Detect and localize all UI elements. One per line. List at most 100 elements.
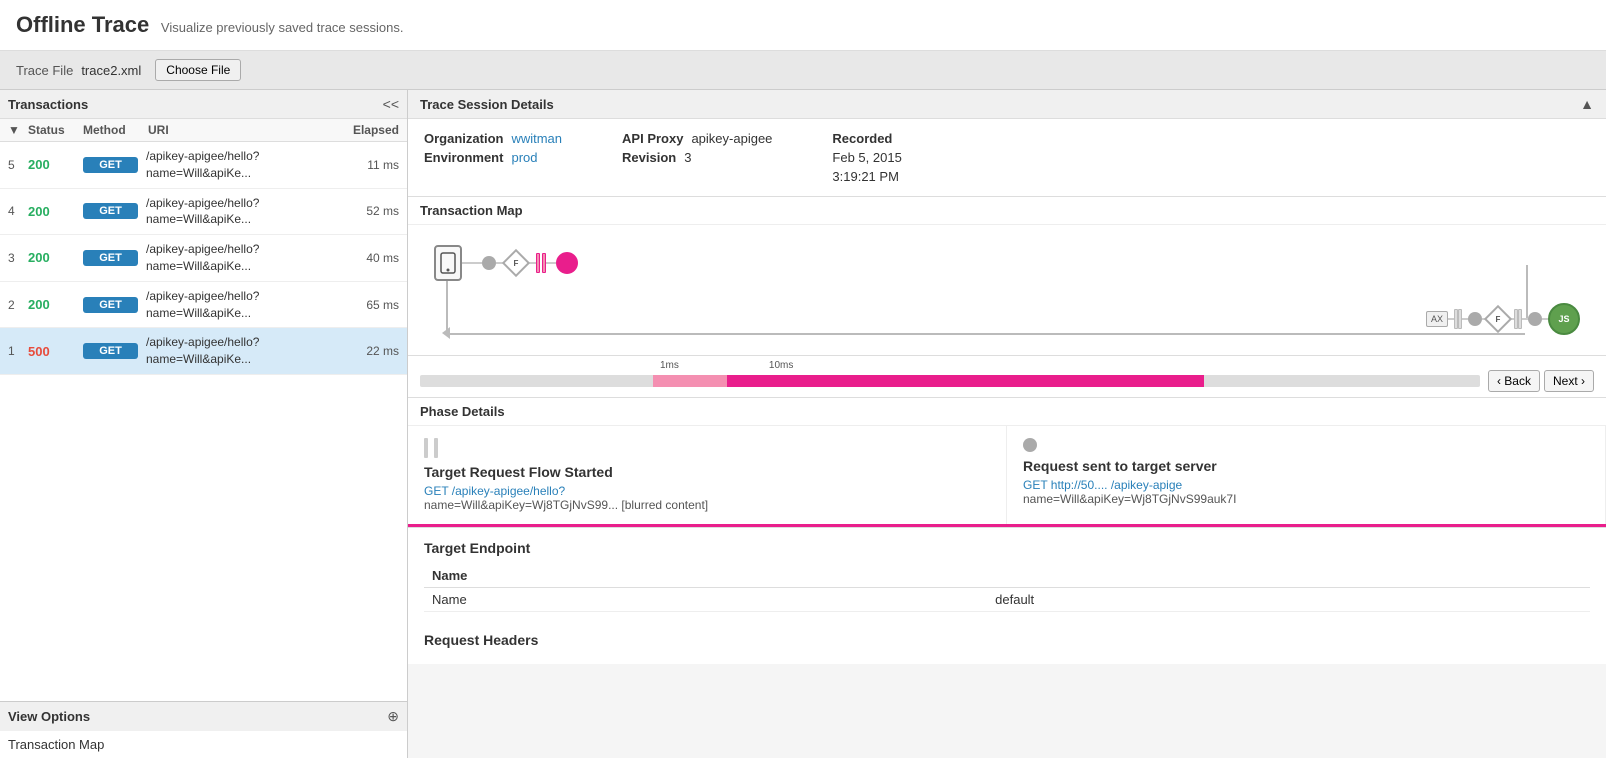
method-column-header: Method [83, 123, 148, 137]
request-headers-section: Request Headers [408, 624, 1606, 664]
phase-card-1-title: Target Request Flow Started [424, 464, 990, 480]
transaction-map-label: Transaction Map [408, 197, 1606, 225]
pink-circle-icon [556, 252, 578, 274]
row-status: 200 [28, 250, 83, 265]
phase-card-2-text: name=Will&apiKey=Wj8TGjNvS99auk7I [1023, 492, 1589, 506]
row-num: 1 [8, 344, 28, 358]
gray-circle-3 [1528, 312, 1542, 326]
organization-value: wwitman [511, 131, 562, 146]
row-elapsed: 65 ms [339, 298, 399, 312]
phase-indicator-1 [424, 438, 438, 458]
spacer [578, 262, 658, 264]
flow-bottom: AX F [1426, 303, 1580, 335]
view-options-bar: View Options ⊕ [0, 701, 407, 731]
left-panel: Transactions << ▼ Status Method URI Elap… [0, 90, 408, 758]
transaction-row[interactable]: 1 500 GET /apikey-apigee/hello?name=Will… [0, 328, 407, 375]
choose-file-button[interactable]: Choose File [155, 59, 241, 81]
target-endpoint-section: Target Endpoint Name Name default [408, 528, 1606, 624]
timeline-nav: ‹ Back Next › [1488, 370, 1594, 392]
view-options-toggle[interactable]: ⊕ [387, 708, 399, 725]
row-elapsed: 40 ms [339, 251, 399, 265]
phase-card-2-title: Request sent to target server [1023, 458, 1589, 474]
trace-file-bar: Trace File trace2.xml Choose File [0, 51, 1606, 90]
endpoint-table: Name Name default [424, 564, 1590, 612]
revision-label: Revision [622, 150, 676, 165]
sort-icon[interactable]: ▼ [8, 123, 28, 137]
organization-label: Organization [424, 131, 503, 146]
proxy-revision-group: API Proxy apikey-apigee Revision 3 [622, 131, 772, 184]
value-cell: default [987, 588, 1590, 612]
phase-card-1-text: name=Will&apiKey=Wj8TGjNvS99... [blurred… [424, 498, 990, 512]
gray-circle-icon [482, 256, 496, 270]
trace-file-name: trace2.xml [81, 63, 141, 78]
transactions-label: Transactions [8, 97, 88, 112]
phase-card-2-link[interactable]: GET http://50.... /apikey-apige [1023, 478, 1589, 492]
back-button[interactable]: ‹ Back [1488, 370, 1540, 392]
collapse-session-button[interactable]: ▲ [1580, 96, 1594, 112]
view-options-content: Transaction Map [0, 731, 407, 758]
page-title: Offline Trace [16, 12, 149, 37]
timeline-bar: ‹ Back Next › [420, 373, 1594, 389]
arrow-left-head [442, 327, 450, 339]
recorded-time: 3:19:21 PM [832, 169, 899, 184]
timeline-segment-pink [727, 375, 1204, 387]
ax-label: AX [1426, 311, 1448, 327]
diagram-flow: F [424, 235, 1590, 345]
method-badge: GET [83, 157, 138, 173]
target-endpoint-title: Target Endpoint [424, 540, 1590, 556]
transaction-row[interactable]: 5 200 GET /apikey-apigee/hello?name=Will… [0, 142, 407, 189]
environment-label: Environment [424, 150, 503, 165]
phase-cards: Target Request Flow Started GET /apikey-… [408, 426, 1606, 527]
request-headers-title: Request Headers [424, 624, 1590, 652]
right-panel: Trace Session Details ▲ Organization wwi… [408, 90, 1606, 758]
method-badge: GET [83, 297, 138, 313]
row-uri: /apikey-apigee/hello?name=Will&apiKe... [146, 195, 339, 229]
view-options-label: View Options [8, 709, 90, 724]
row-status: 500 [28, 344, 83, 359]
recorded-group: Recorded Feb 5, 2015 3:19:21 PM [832, 131, 901, 184]
parallel-icon-2 [1454, 309, 1462, 329]
row-num: 4 [8, 204, 28, 218]
row-uri: /apikey-apigee/hello?name=Will&apiKe... [146, 334, 339, 368]
row-uri: /apikey-apigee/hello?name=Will&apiKe... [146, 148, 339, 182]
row-status: 200 [28, 157, 83, 172]
phase-card-1-link[interactable]: GET /apikey-apigee/hello? [424, 484, 990, 498]
trace-session-header: Trace Session Details ▲ [408, 90, 1606, 119]
gray-circle-2 [1468, 312, 1482, 326]
trace-file-label: Trace File [16, 63, 73, 78]
page-subtitle: Visualize previously saved trace session… [161, 20, 404, 35]
row-uri: /apikey-apigee/hello?name=Will&apiKe... [146, 241, 339, 275]
api-proxy-label: API Proxy [622, 131, 683, 146]
collapse-transactions-button[interactable]: << [383, 96, 399, 112]
f-diamond-2: F [1484, 305, 1512, 333]
row-elapsed: 11 ms [339, 158, 399, 172]
timeline-label-1ms: 1ms [660, 360, 679, 371]
transaction-row[interactable]: 3 200 GET /apikey-apigee/hello?name=Will… [0, 235, 407, 282]
transaction-map-section: Transaction Map F [408, 197, 1606, 356]
table-row: Name default [424, 588, 1590, 612]
api-proxy-value: apikey-apigee [691, 131, 772, 146]
name-cell: Name [424, 588, 987, 612]
phase-details-label: Phase Details [408, 398, 1606, 426]
recorded-date: Feb 5, 2015 [832, 150, 901, 165]
row-elapsed: 22 ms [339, 344, 399, 358]
timeline-bg [420, 375, 1480, 387]
environment-value: prod [511, 150, 537, 165]
map-diagram: F [408, 225, 1606, 355]
revision-value: 3 [684, 150, 691, 165]
view-options-item: Transaction Map [8, 737, 104, 752]
recorded-label: Recorded [832, 131, 892, 146]
row-status: 200 [28, 297, 83, 312]
f-diamond-group: F [506, 253, 526, 273]
page-header: Offline Trace Visualize previously saved… [0, 0, 1606, 51]
transaction-row[interactable]: 2 200 GET /apikey-apigee/hello?name=Will… [0, 282, 407, 329]
transactions-header: Transactions << [0, 90, 407, 119]
row-num: 2 [8, 298, 28, 312]
phase-indicator-2 [1023, 438, 1037, 452]
phase-details-section: Phase Details Target Request Flow Starte… [408, 398, 1606, 528]
table-header: ▼ Status Method URI Elapsed [0, 119, 407, 142]
flow-top: F [434, 245, 658, 281]
next-button[interactable]: Next › [1544, 370, 1594, 392]
transaction-row[interactable]: 4 200 GET /apikey-apigee/hello?name=Will… [0, 189, 407, 236]
connector [462, 262, 482, 264]
